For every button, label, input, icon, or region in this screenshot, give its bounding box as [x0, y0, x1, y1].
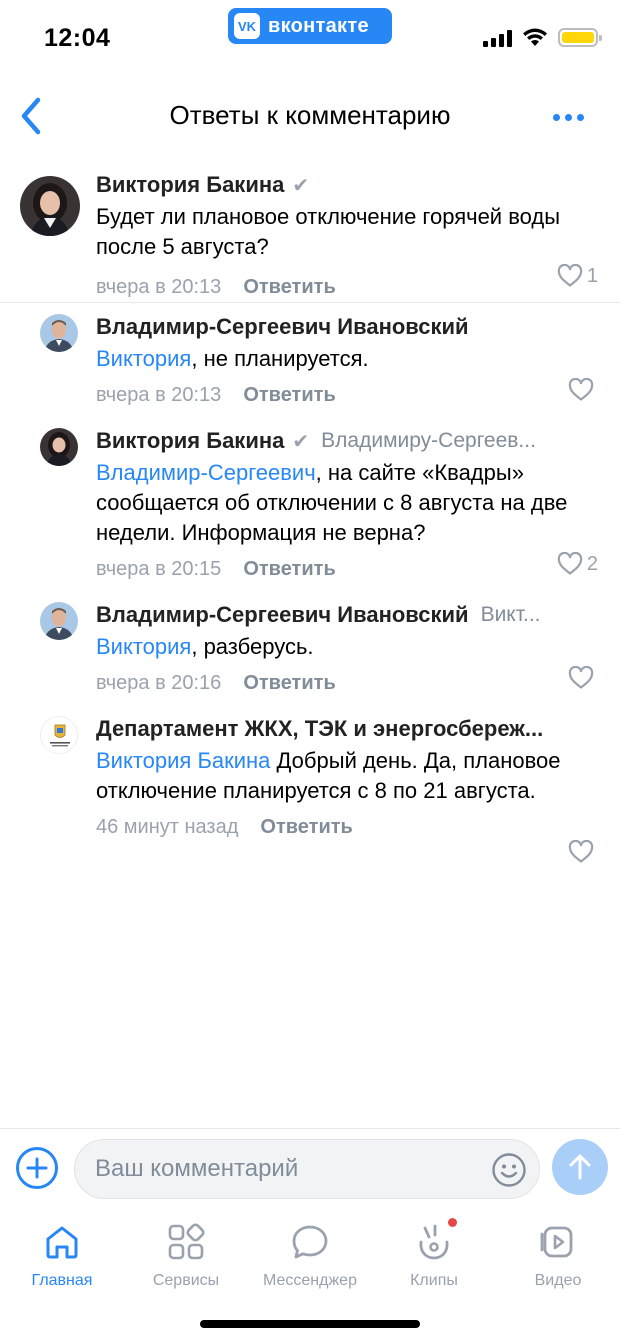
comment-input-bar [0, 1128, 620, 1210]
home-icon [46, 1226, 78, 1259]
comment-text: Виктория, не планируется. [96, 346, 369, 371]
reply-button[interactable]: Ответить [243, 672, 335, 695]
tab-messenger[interactable]: Мессенджер [248, 1216, 372, 1290]
tab-home[interactable]: Главная [0, 1216, 124, 1290]
comment-text: Виктория, разберусь. [96, 634, 314, 659]
like-count: 2 [586, 552, 598, 575]
app-indicator-label: вконтакте [268, 14, 369, 37]
reply-button[interactable]: Ответить [243, 384, 335, 407]
mention-link[interactable]: Виктория Бакина [96, 748, 270, 773]
mention-link[interactable]: Виктория [96, 346, 191, 371]
tab-label: Клипы [410, 1272, 458, 1289]
comment-item: Владимир-Сергеевич Ивановский Викт... Ви… [0, 598, 620, 698]
tab-label: Мессенджер [263, 1272, 357, 1289]
like-button[interactable] [568, 666, 598, 690]
tab-video[interactable]: Видео [496, 1216, 620, 1290]
status-time: 12:04 [44, 24, 111, 52]
comment-author[interactable]: Департамент ЖКХ, ТЭК и энергосбереж... [96, 716, 543, 742]
comment-item: Виктория Бакина ✔ Будет ли плановое откл… [0, 160, 620, 302]
comment-text: Виктория Бакина Добрый день. Да, планово… [96, 748, 561, 803]
more-button[interactable] [546, 102, 590, 132]
comment-field[interactable] [74, 1139, 540, 1199]
comment-time: вчера в 20:13 [96, 383, 222, 406]
clips-icon [419, 1224, 449, 1260]
tab-label: Главная [31, 1272, 93, 1289]
home-indicator [200, 1320, 420, 1328]
heart-icon [568, 840, 594, 863]
comment-item: Владимир-Сергеевич Ивановский Виктория, … [0, 310, 620, 410]
like-button[interactable]: 1 [557, 264, 598, 288]
avatar[interactable] [40, 428, 78, 466]
heart-icon [568, 666, 594, 689]
reply-button[interactable]: Ответить [243, 276, 335, 299]
status-bar: 12:04 VK вконтакте [0, 0, 620, 72]
like-button[interactable] [568, 840, 598, 864]
tab-services[interactable]: Сервисы [124, 1216, 248, 1290]
cellular-signal-icon [483, 29, 512, 47]
tab-label: Сервисы [152, 1272, 220, 1289]
heart-icon [568, 378, 594, 401]
comment-author[interactable]: Виктория Бакина [96, 172, 284, 198]
battery-icon [558, 28, 602, 47]
comment-text: Владимир-Сергеевич, на сайте «Квадры» со… [96, 460, 568, 545]
divider [0, 302, 620, 303]
comment-item: Департамент ЖКХ, ТЭК и энергосбереж... В… [0, 712, 620, 872]
send-button[interactable] [552, 1139, 608, 1195]
reply-button[interactable]: Ответить [260, 816, 352, 839]
system-icons [483, 28, 602, 47]
arrow-up-icon [569, 1154, 591, 1180]
comment-time: вчера в 20:13 [96, 275, 222, 298]
comment-text: Будет ли плановое отключение горячей вод… [96, 204, 561, 259]
like-button[interactable]: 2 [557, 552, 598, 576]
avatar[interactable] [40, 602, 78, 640]
heart-icon [557, 264, 583, 287]
comment-author[interactable]: Владимир-Сергеевич Ивановский [96, 602, 469, 628]
tab-clips[interactable]: Клипы [372, 1216, 496, 1290]
wifi-icon [523, 28, 547, 46]
verified-check-icon: ✔ [292, 174, 310, 197]
page-title: Ответы к комментарию [169, 100, 451, 130]
comment-input[interactable] [75, 1140, 539, 1198]
services-icon [168, 1223, 205, 1260]
tab-label: Видео [534, 1272, 582, 1289]
comment-time: вчера в 20:15 [96, 557, 222, 580]
smile-icon[interactable] [491, 1152, 527, 1188]
avatar[interactable] [40, 314, 78, 352]
comment-time: 46 минут назад [96, 815, 239, 838]
mention-link[interactable]: Виктория [96, 634, 191, 659]
vk-logo-icon: VK [234, 13, 260, 39]
reply-to-label[interactable]: Владимиру-Сергеев... [321, 429, 536, 453]
like-button[interactable] [568, 378, 598, 402]
comment-time: вчера в 20:16 [96, 671, 222, 694]
avatar[interactable] [20, 176, 80, 236]
plus-circle-icon [26, 1157, 48, 1179]
reply-button[interactable]: Ответить [243, 558, 335, 581]
like-count: 1 [586, 264, 598, 287]
avatar[interactable] [40, 716, 78, 754]
comment-author[interactable]: Виктория Бакина [96, 428, 284, 454]
reply-to-label[interactable]: Викт... [481, 603, 541, 627]
attach-button[interactable] [16, 1147, 58, 1189]
app-indicator-pill[interactable]: VK вконтакте [228, 8, 392, 44]
mention-link[interactable]: Владимир-Сергеевич [96, 460, 316, 485]
chat-icon [292, 1225, 328, 1259]
heart-icon [557, 552, 583, 575]
video-icon [540, 1226, 573, 1258]
more-horizontal-icon [552, 113, 560, 121]
comment-item: Виктория Бакина ✔ Владимиру-Сергеев... В… [0, 424, 620, 584]
verified-check-icon: ✔ [292, 430, 310, 453]
comment-author[interactable]: Владимир-Сергеевич Ивановский [96, 314, 469, 340]
notification-dot [448, 1218, 457, 1227]
nav-header: Ответы к комментарию [0, 80, 620, 152]
